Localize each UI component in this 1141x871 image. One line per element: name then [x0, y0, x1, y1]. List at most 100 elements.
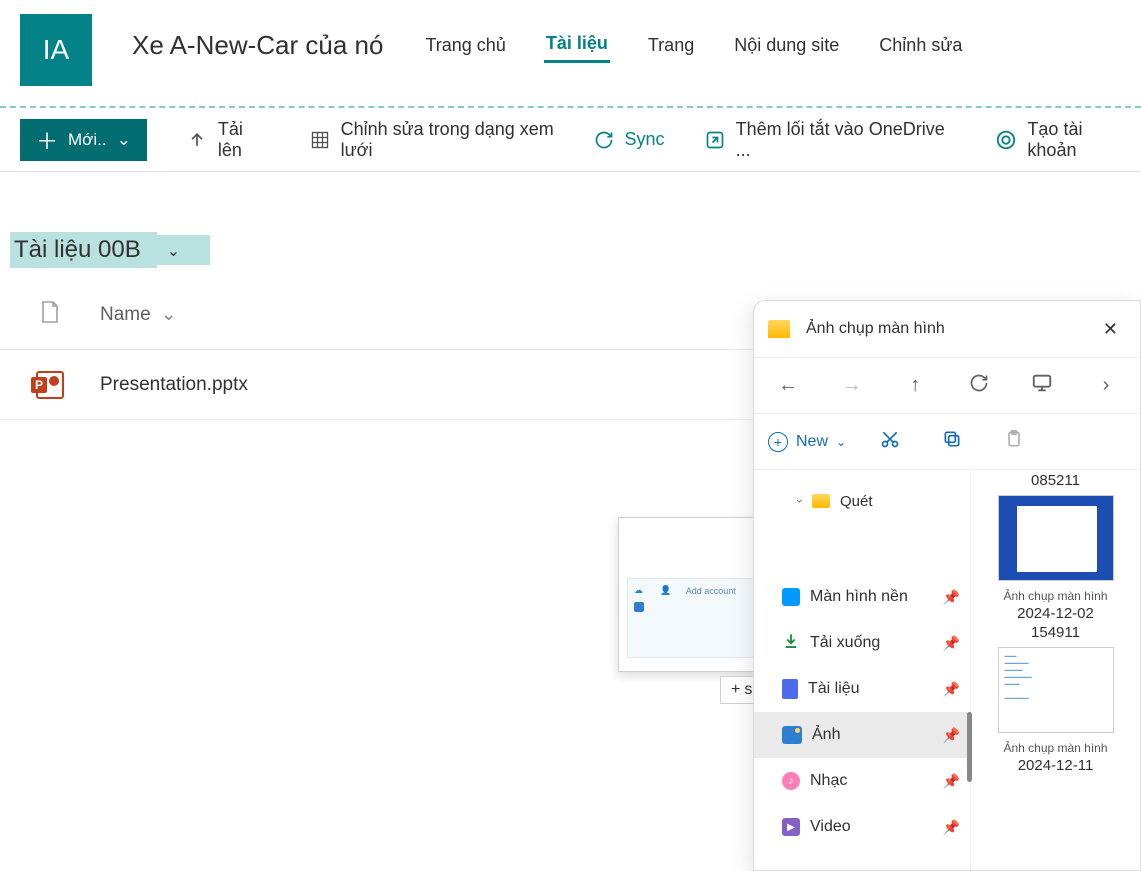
- copy-button[interactable]: [934, 429, 970, 454]
- sync-button[interactable]: Sync: [593, 129, 665, 151]
- nav-site-contents[interactable]: Nội dung site: [732, 29, 841, 62]
- explorer-new-button[interactable]: + New ⌄: [768, 432, 846, 452]
- col-name-header[interactable]: Name ⌄: [100, 303, 801, 326]
- item-caption: Ảnh chụp màn hình: [979, 589, 1132, 603]
- tree-item-video[interactable]: ▶ Video 📌: [754, 804, 970, 850]
- tree-scrollbar[interactable]: [967, 712, 972, 782]
- nav-refresh-button[interactable]: [959, 373, 999, 399]
- pin-icon: 📌: [943, 819, 960, 836]
- plus-icon: ＋: [36, 124, 58, 156]
- document-icon: [782, 679, 798, 699]
- sync-icon: [593, 129, 615, 151]
- nav-back-button[interactable]: ←: [768, 374, 808, 397]
- file-item[interactable]: ━━━━━━━━━━━━━━━━━━━━━━━━━━━━━━━━━━━━━━━━…: [979, 647, 1132, 774]
- plus-circle-icon: +: [768, 432, 788, 452]
- edit-grid-button[interactable]: Chỉnh sửa trong dạng xem lưới: [309, 119, 580, 161]
- nav-documents[interactable]: Tài liệu: [544, 27, 610, 63]
- tree-label: Màn hình nền: [810, 588, 908, 606]
- explorer-titlebar[interactable]: Ảnh chụp màn hình ✕: [754, 301, 1140, 357]
- site-header: IA Xe A-New-Car của nó Trang chủ Tài liệ…: [0, 0, 1141, 90]
- powerpoint-icon: [36, 371, 64, 399]
- thumbnail: ━━━━━━━━━━━━━━━━━━━━━━━━━━━━━━━━━━━━━━━━: [998, 647, 1114, 733]
- sync-label: Sync: [625, 129, 665, 150]
- chevron-right-icon: ›: [793, 499, 807, 503]
- create-account-label: Tạo tài khoản: [1027, 119, 1131, 161]
- download-icon: [782, 632, 800, 655]
- add-shortcut-button[interactable]: Thêm lối tắt vào OneDrive ...: [705, 119, 956, 161]
- desktop-icon: [782, 588, 800, 606]
- edit-grid-label: Chỉnh sửa trong dạng xem lưới: [341, 119, 581, 161]
- new-button-label: Mới..: [68, 130, 107, 150]
- library-dropdown[interactable]: ⌄: [157, 235, 210, 265]
- tree-item-downloads[interactable]: Tải xuống 📌: [754, 620, 970, 666]
- nav-home[interactable]: Trang chủ: [423, 29, 507, 62]
- site-title[interactable]: Xe A-New-Car của nó: [132, 30, 383, 61]
- shortcut-icon: [705, 129, 726, 151]
- tree-label: Video: [810, 818, 851, 836]
- explorer-nav: ← → ↑ ›: [754, 357, 1140, 413]
- col-name-label: Name: [100, 304, 151, 326]
- tree-label: Tải xuống: [810, 634, 880, 652]
- explorer-items-pane[interactable]: 085211 Ảnh chụp màn hình 2024-12-02 1549…: [970, 470, 1140, 870]
- upload-button[interactable]: Tải lên: [187, 119, 270, 161]
- chevron-down-icon: ⌄: [161, 303, 177, 326]
- nav-more-button[interactable]: ›: [1086, 374, 1126, 397]
- item-time: 154911: [979, 624, 1132, 641]
- pictures-icon: [782, 726, 802, 744]
- cut-button[interactable]: [872, 429, 908, 454]
- explorer-cmdbar: + New ⌄: [754, 413, 1140, 469]
- folder-icon: [768, 320, 790, 338]
- folder-icon: [812, 494, 830, 508]
- item-date: 2024-12-11: [979, 757, 1132, 774]
- paste-button[interactable]: [996, 429, 1032, 454]
- video-icon: ▶: [782, 818, 800, 836]
- ghost-add-account: Add account: [686, 586, 736, 596]
- nav-up-button[interactable]: ↑: [895, 374, 935, 397]
- item-caption: Ảnh chụp màn hình: [979, 741, 1132, 755]
- file-type-icon: [40, 300, 60, 329]
- upload-icon: [187, 129, 208, 151]
- thumbnail: [998, 495, 1114, 581]
- tree-item-scan[interactable]: › Quét: [754, 478, 970, 524]
- drag-preview-content: ☁ 👤 Add account: [627, 578, 764, 658]
- music-icon: ♪: [782, 772, 800, 790]
- nav-pc-button[interactable]: [1022, 372, 1062, 400]
- pin-icon: 📌: [943, 773, 960, 790]
- site-logo[interactable]: IA: [20, 14, 92, 86]
- tree-item-desktop[interactable]: Màn hình nền 📌: [754, 574, 970, 620]
- command-bar: ＋ Mới.. ⌄ Tải lên Chỉnh sửa trong dạng x…: [0, 108, 1141, 172]
- grid-icon: [309, 129, 330, 151]
- tree-item-pictures[interactable]: Ảnh 📌: [754, 712, 970, 758]
- tree-label: Nhạc: [810, 772, 847, 790]
- close-button[interactable]: ✕: [1095, 315, 1126, 344]
- item-date: 2024-12-02: [979, 605, 1132, 622]
- tree-label: Tài liệu: [808, 680, 860, 698]
- create-account-button[interactable]: Tạo tài khoản: [995, 119, 1131, 161]
- tree-label: Quét: [840, 493, 873, 510]
- chevron-down-icon: ⌄: [117, 130, 131, 150]
- chevron-down-icon: ⌄: [167, 243, 180, 260]
- file-name: Presentation.pptx: [100, 374, 248, 396]
- new-button[interactable]: ＋ Mới.. ⌄: [20, 119, 147, 161]
- library-title[interactable]: Tài liệu 00B: [10, 232, 157, 268]
- file-item[interactable]: Ảnh chụp màn hình 2024-12-02 154911: [979, 495, 1132, 641]
- top-nav: Trang chủ Tài liệu Trang Nội dung site C…: [423, 27, 964, 63]
- nav-forward-button[interactable]: →: [832, 374, 872, 397]
- pin-icon: 📌: [943, 727, 960, 744]
- explorer-new-label: New: [796, 433, 828, 451]
- tree-item-music[interactable]: ♪ Nhạc 📌: [754, 758, 970, 804]
- nav-edit[interactable]: Chỉnh sửa: [877, 29, 964, 62]
- pin-icon: 📌: [943, 635, 960, 652]
- drag-preview: ☁ 👤 Add account: [618, 517, 773, 672]
- add-shortcut-label: Thêm lối tắt vào OneDrive ...: [736, 119, 956, 161]
- tree-item-documents[interactable]: Tài liệu 📌: [754, 666, 970, 712]
- file-name-cell[interactable]: Presentation.pptx: [100, 374, 801, 396]
- nav-pages[interactable]: Trang: [646, 29, 696, 62]
- pin-icon: 📌: [943, 589, 960, 606]
- explorer-title: Ảnh chụp màn hình: [806, 320, 1095, 338]
- col-type-header[interactable]: [0, 300, 100, 329]
- power-ic: [995, 129, 1017, 151]
- file-icon-cell: [0, 371, 100, 399]
- pin-icon: 📌: [943, 681, 960, 698]
- chevron-down-icon: ⌄: [836, 435, 846, 449]
